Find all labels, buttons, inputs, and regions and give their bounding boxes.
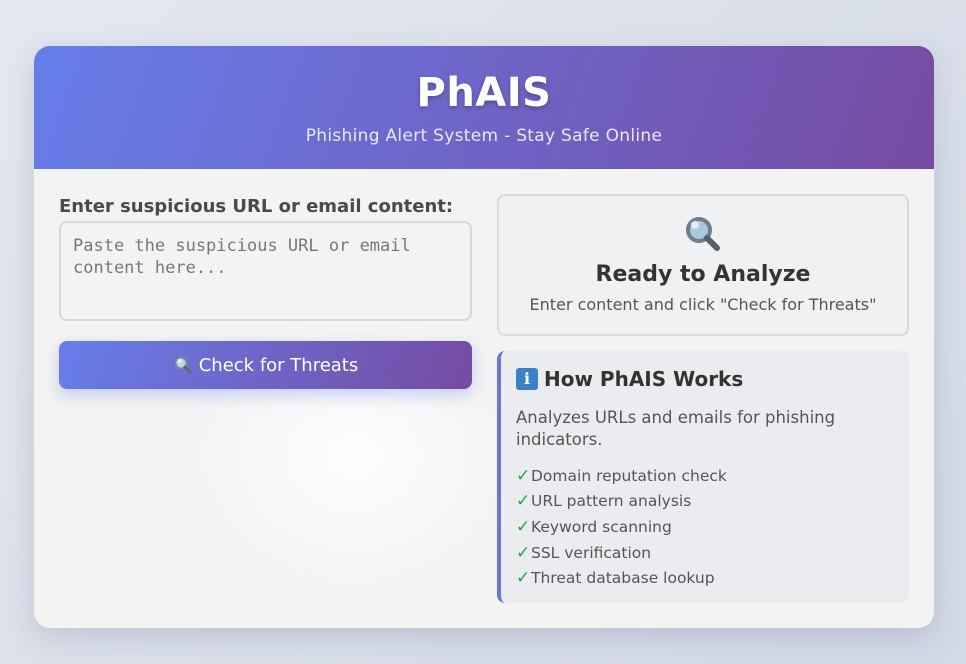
status-text: Enter content and click "Check for Threa…: [529, 295, 877, 314]
checkmark-icon: ✓: [516, 542, 531, 563]
content-input[interactable]: [59, 221, 472, 321]
feature-list: ✓ Domain reputation check ✓ URL pattern an…: [516, 463, 893, 591]
app-title: PhAIS: [416, 70, 552, 116]
info-box: i How PhAIS Works Analyzes URLs and emai…: [497, 351, 909, 603]
checkmark-icon: ✓: [516, 465, 531, 486]
list-item: ✓ URL pattern analysis: [516, 491, 692, 512]
results-panel: Ready to Analyze Enter content and click…: [497, 194, 909, 603]
check-threats-label: Check for Threats: [198, 354, 359, 376]
checkmark-icon: ✓: [516, 491, 531, 512]
main-card: PhAIS Phishing Alert System - Stay Safe …: [34, 46, 934, 628]
list-item: ✓ Keyword scanning: [516, 516, 672, 537]
info-icon: i: [516, 368, 538, 390]
app-subtitle: Phishing Alert System - Stay Safe Online: [305, 126, 663, 146]
list-item: ✓ Threat database lookup: [516, 568, 715, 589]
status-title: Ready to Analyze: [595, 262, 811, 287]
checkmark-icon: ✓: [516, 568, 531, 589]
app-header: PhAIS Phishing Alert System - Stay Safe …: [34, 46, 934, 169]
magnifier-icon: [173, 355, 193, 375]
checkmark-icon: ✓: [516, 516, 531, 537]
info-header: i How PhAIS Works: [516, 367, 893, 391]
magnifier-icon: [683, 214, 723, 254]
list-item: ✓ SSL verification: [516, 542, 652, 563]
input-label: Enter suspicious URL or email content:: [59, 196, 454, 217]
status-box: Ready to Analyze Enter content and click…: [497, 194, 909, 336]
info-title: How PhAIS Works: [544, 367, 744, 391]
info-description: Analyzes URLs and emails for phishing in…: [516, 408, 836, 449]
check-threats-button[interactable]: Check for Threats: [59, 341, 472, 389]
input-panel: Enter suspicious URL or email content: C…: [59, 196, 472, 389]
list-item: ✓ Domain reputation check: [516, 465, 727, 486]
